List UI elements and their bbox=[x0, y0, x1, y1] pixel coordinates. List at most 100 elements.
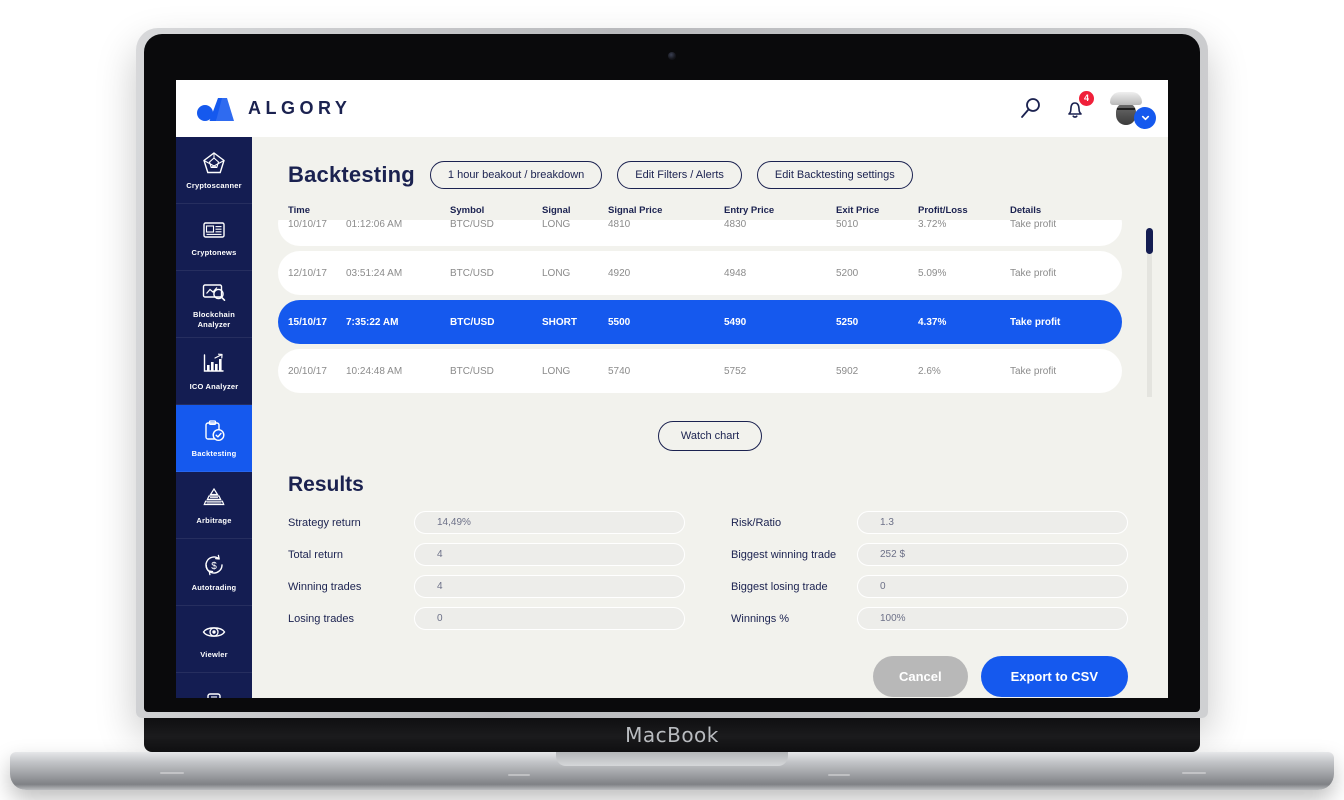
page-header: Backtesting 1 hour beakout / breakdown E… bbox=[252, 137, 1168, 189]
laptop-chin: MacBook bbox=[144, 718, 1200, 752]
sidebar-item-cryptonews[interactable]: Cryptonews bbox=[176, 204, 252, 271]
notification-badge: 4 bbox=[1079, 90, 1094, 106]
result-value-total-return[interactable]: 4 bbox=[414, 543, 685, 566]
watch-chart-button[interactable]: Watch chart bbox=[657, 421, 763, 451]
sidebar-item-ico-analyzer[interactable]: ICO Analyzer bbox=[176, 338, 252, 405]
laptop-base-notch bbox=[556, 752, 788, 766]
cell-signal: LONG bbox=[542, 365, 571, 377]
edit-filters-alerts-button[interactable]: Edit Filters / Alerts bbox=[617, 161, 742, 189]
webcam-icon bbox=[668, 52, 676, 60]
scrollbar-thumb[interactable] bbox=[1146, 228, 1153, 254]
cell-entry-price: 5490 bbox=[724, 316, 747, 328]
result-label: Biggest winning trade bbox=[731, 548, 837, 561]
cell-symbol: BTC/USD bbox=[450, 267, 494, 279]
timeframe-strategy-button[interactable]: 1 hour beakout / breakdown bbox=[429, 161, 603, 189]
results-title: Results bbox=[288, 473, 364, 496]
algory-logo-icon bbox=[196, 96, 236, 122]
cell-time: 15/10/17 bbox=[288, 316, 327, 328]
sidebar-item-autotrading[interactable]: $ Autotrading bbox=[176, 539, 252, 606]
column-header-entry-price: Entry Price bbox=[724, 205, 775, 216]
result-row: Strategy return 14,49% bbox=[288, 511, 685, 534]
form-actions: Cancel Export to CSV bbox=[252, 630, 1168, 697]
cancel-button[interactable]: Cancel bbox=[872, 656, 968, 697]
column-header-symbol: Symbol bbox=[450, 205, 485, 216]
result-value-biggest-losing-trade[interactable]: 0 bbox=[857, 575, 1128, 598]
sidebar-item-device[interactable] bbox=[176, 673, 252, 698]
pentagon-scanner-icon bbox=[203, 151, 225, 174]
result-row: Biggest losing trade 0 bbox=[731, 575, 1128, 598]
base-vent-center-left bbox=[508, 774, 530, 776]
table-row[interactable]: 10/10/17 01:12:06 AM BTC/USD LONG 4810 4… bbox=[278, 220, 1122, 246]
column-header-time: Time bbox=[288, 205, 311, 216]
device-icon bbox=[207, 692, 221, 698]
result-value-losing-trades[interactable]: 0 bbox=[414, 607, 685, 630]
result-row: Winnings % 100% bbox=[731, 607, 1128, 630]
dollar-refresh-icon: $ bbox=[205, 554, 223, 576]
bar-chart-arrow-icon bbox=[203, 353, 224, 372]
sidebar-item-label: Cryptonews bbox=[191, 247, 237, 257]
cell-time: 20/10/17 bbox=[288, 365, 327, 377]
export-to-csv-button[interactable]: Export to CSV bbox=[980, 656, 1128, 697]
table-row[interactable]: 20/10/17 10:24:48 AM BTC/USD LONG 5740 5… bbox=[278, 349, 1122, 393]
result-label: Risk/Ratio bbox=[731, 516, 782, 529]
table-rows: 10/10/17 01:12:06 AM BTC/USD LONG 4810 4… bbox=[252, 220, 1168, 397]
cell-signal: SHORT bbox=[542, 316, 577, 328]
result-value-strategy-return[interactable]: 14,49% bbox=[414, 511, 685, 534]
result-label: Winnings % bbox=[731, 612, 790, 625]
result-row: Losing trades 0 bbox=[288, 607, 685, 630]
chevron-down-icon[interactable] bbox=[1134, 106, 1156, 129]
column-header-blank bbox=[346, 205, 450, 216]
top-bar: ALGORY 4 bbox=[176, 80, 1168, 137]
base-vent-center-right bbox=[828, 774, 850, 776]
table-row[interactable]: 12/10/17 03:51:24 AM BTC/USD LONG 4920 4… bbox=[278, 251, 1122, 295]
sidebar-item-arbitrage[interactable]: Arbitrage bbox=[176, 472, 252, 539]
sidebar-item-viewler[interactable]: Viewler bbox=[176, 606, 252, 673]
cell-details: Take profit bbox=[1010, 365, 1057, 377]
bell-icon[interactable]: 4 bbox=[1062, 90, 1094, 122]
brand[interactable]: ALGORY bbox=[196, 96, 351, 122]
edit-backtesting-settings-button[interactable]: Edit Backtesting settings bbox=[756, 161, 913, 189]
result-value-winning-trades[interactable]: 4 bbox=[414, 575, 685, 598]
sidebar-item-label: Blockchain Analyzer bbox=[192, 310, 235, 329]
pyramid-stack-icon bbox=[203, 487, 225, 505]
result-label: Winning trades bbox=[288, 580, 362, 593]
result-value-risk-ratio[interactable]: 1.3 bbox=[857, 511, 1128, 534]
result-value-biggest-winning-trade[interactable]: 252 $ bbox=[857, 543, 1128, 566]
cell-details: Take profit bbox=[1010, 316, 1061, 328]
trades-table: Time Symbol Signal Signal Price Entry Pr… bbox=[252, 205, 1168, 397]
cell-time: 10/10/17 bbox=[288, 220, 327, 230]
results-grid: Strategy return 14,49% Total return 4 Wi… bbox=[252, 497, 1168, 630]
cell-profit-loss: 5.09% bbox=[918, 267, 947, 279]
cell-signal: LONG bbox=[542, 267, 571, 279]
cell-clock: 7:35:22 AM bbox=[346, 316, 399, 328]
result-row: Total return 4 bbox=[288, 543, 685, 566]
cell-signal: LONG bbox=[542, 220, 571, 230]
sidebar-item-label: Arbitrage bbox=[196, 515, 232, 525]
brand-name: ALGORY bbox=[248, 98, 352, 118]
result-label: Strategy return bbox=[288, 516, 361, 529]
cell-entry-price: 5752 bbox=[724, 365, 747, 377]
table-row-selected[interactable]: 15/10/17 7:35:22 AM BTC/USD SHORT 5500 5… bbox=[278, 300, 1122, 344]
cell-exit-price: 5010 bbox=[836, 220, 859, 230]
sidebar-item-blockchain-analyzer[interactable]: Blockchain Analyzer bbox=[176, 271, 252, 338]
column-header-details: Details bbox=[1010, 205, 1042, 216]
avatar[interactable] bbox=[1106, 89, 1156, 129]
column-header-signal-price: Signal Price bbox=[608, 205, 663, 216]
search-icon[interactable] bbox=[1018, 96, 1044, 122]
page-title: Backtesting bbox=[288, 162, 415, 187]
results-right-column: Risk/Ratio 1.3 Biggest winning trade 252… bbox=[685, 511, 1128, 630]
cell-profit-loss: 3.72% bbox=[918, 220, 947, 230]
table-scrollbar[interactable] bbox=[1146, 228, 1153, 397]
column-header-profit-loss: Profit/Loss bbox=[918, 205, 968, 216]
result-value-winnings-percent[interactable]: 100% bbox=[857, 607, 1128, 630]
column-header-signal: Signal bbox=[542, 205, 571, 216]
sidebar-item-backtesting[interactable]: Backtesting bbox=[176, 405, 252, 472]
clipboard-check-icon bbox=[205, 420, 225, 441]
top-bar-actions: 4 bbox=[1018, 89, 1156, 129]
sidebar-item-cryptoscanner[interactable]: Cryptoscanner bbox=[176, 137, 252, 204]
results-left-column: Strategy return 14,49% Total return 4 Wi… bbox=[288, 511, 685, 630]
cell-profit-loss: 2.6% bbox=[918, 365, 941, 377]
result-label: Total return bbox=[288, 548, 344, 561]
app-screen: ALGORY 4 Cryptoscanner Cryptonews Blockc… bbox=[176, 80, 1168, 698]
cell-profit-loss: 4.37% bbox=[918, 316, 947, 328]
